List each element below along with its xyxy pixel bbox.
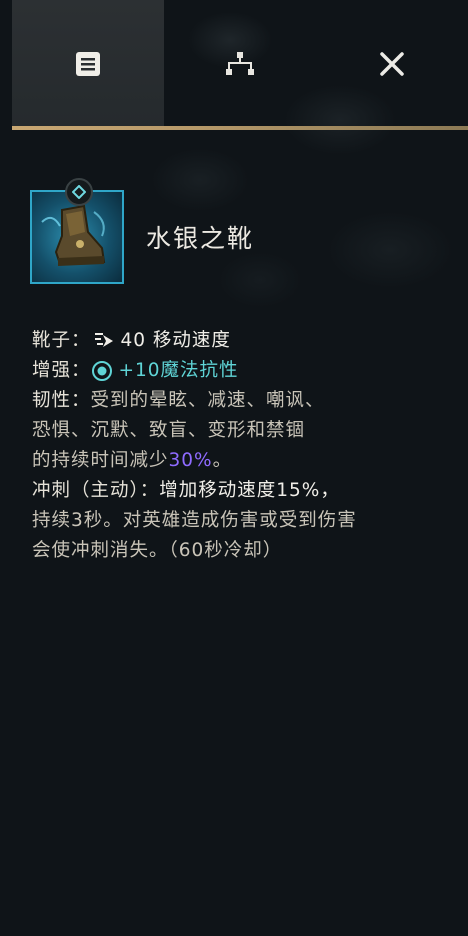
passive-text-line3: 的持续时间减少 (32, 450, 169, 471)
active-text-line3: 会使冲刺消失。（60秒冷却） (32, 540, 283, 561)
passive-text-line2: 恐惧、沉默、致盲、变形和禁锢 (32, 420, 306, 441)
move-speed-icon (94, 333, 113, 347)
tab-underline (12, 126, 468, 130)
item-name: 水银之靴 (146, 224, 255, 253)
list-icon (76, 52, 100, 76)
magic-resist-icon (91, 361, 112, 381)
passive-percent: 30% (168, 450, 213, 471)
item-tier-badge (65, 178, 93, 206)
stat-row-boots: 靴子： 40 移动速度 (32, 326, 452, 356)
active-text-line2: 持续3秒。对英雄造成伤害或受到伤害 (32, 510, 357, 531)
active-dash: 冲刺（主动）： 增加移动速度15%， 持续3秒。对英雄造成伤害或受到伤害 会使冲… (32, 476, 452, 566)
passive-label: 韧性： (32, 390, 91, 411)
active-label: 冲刺（主动）： (32, 480, 160, 501)
stat-value-boots: 40 移动速度 (120, 330, 231, 351)
item-header: 水银之靴 (30, 178, 255, 284)
tab-close[interactable] (316, 0, 468, 128)
item-icon-frame[interactable] (30, 178, 124, 284)
stat-value-upgrade: +10魔法抗性 (118, 360, 239, 381)
build-tree-icon (226, 52, 254, 75)
active-text-line1: 增加移动速度15%， (159, 480, 340, 501)
tier-diamond-icon (72, 185, 86, 199)
stat-label-boots: 靴子： (32, 330, 91, 351)
tab-build-tree[interactable] (164, 0, 316, 128)
tab-details[interactable] (12, 0, 164, 128)
close-icon (380, 52, 404, 76)
passive-tenacity: 韧性： 受到的晕眩、减速、嘲讽、 恐惧、沉默、致盲、变形和禁锢 的持续时间减少 … (32, 386, 452, 476)
passive-text-line1: 受到的晕眩、减速、嘲讽、 (90, 390, 325, 411)
stat-label-upgrade: 增强： (32, 360, 91, 381)
tab-bar (12, 0, 468, 128)
passive-text-end: 。 (212, 450, 233, 471)
item-description: 靴子： 40 移动速度 增强： +10魔法抗性 韧性： 受到的晕眩、减速、嘲讽、… (32, 326, 452, 566)
stat-row-upgrade: 增强： +10魔法抗性 (32, 356, 452, 386)
